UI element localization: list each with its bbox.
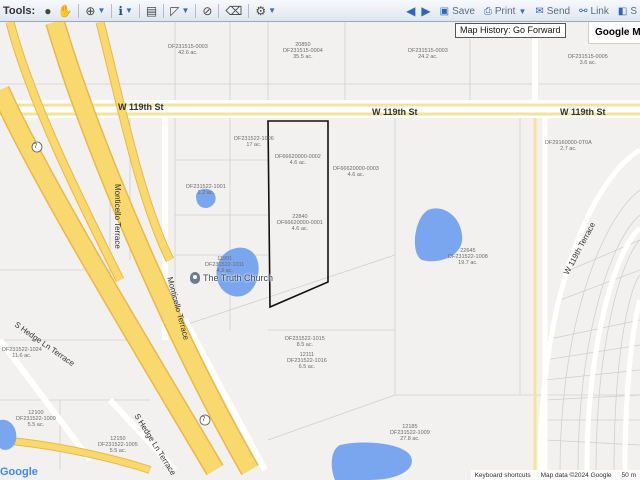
info-tool-icon[interactable]: ℹ ▼ [115,2,135,20]
parcel-label-p9[interactable]: DF231522-1006 17 ac. [234,136,274,148]
parcel-label-p14[interactable]: 12111 DF231522-1016 6.5 ac. [287,352,327,370]
route-shield-7-north: 7 [34,144,38,150]
save-button[interactable]: ▣ Save [434,2,478,20]
mail-icon: ✉ [535,5,544,17]
map-data-attribution: Map data ©2024 Google [540,471,612,479]
measure-tool-icon[interactable]: ⊘ [199,2,215,20]
pan-hand-icon[interactable]: ✋ [54,2,75,20]
road-label-w119-right: W 119th St [560,107,606,117]
history-back-icon[interactable]: ◀ [403,2,418,20]
toolbar-divider [218,3,220,18]
settings-tool-icon[interactable]: ⚙ ▼ [252,2,279,20]
google-maps-link[interactable]: Google Map [588,22,640,44]
parcel-label-p15[interactable]: DF231522-1024 11.6 ac. [2,347,42,359]
link-button[interactable]: ⚯ Link [573,2,612,20]
toolbar-divider [138,3,140,18]
google-logo: Google [0,466,38,478]
route-shield-7-south: 7 [202,417,206,423]
toolbar-divider [195,3,197,18]
toolbar-divider [78,3,80,18]
parcel-label-p10[interactable]: DF29160000-0T0A 2.7 ac. [545,140,592,152]
draw-tool-icon[interactable]: ◸ ▼ [167,2,192,20]
road-label-w119-mid: W 119th St [372,107,418,117]
toolbar-divider [111,3,113,18]
zoom-tool-icon[interactable]: ⊕ ▼ [82,2,108,20]
road-label-monticello-1: Monticello Terrace [113,184,122,249]
parcel-label-p17[interactable]: 12150 DF231522-1005 5.5 ac. [98,436,138,454]
share-icon: ◧ [617,5,628,17]
place-pin-icon [190,272,200,284]
scale-label: 50 m [621,471,636,479]
erase-tool-icon[interactable]: ⌫ [222,2,245,20]
tools-label: Tools: [3,4,36,17]
road-label-w119-left: W 119th St [118,102,164,112]
toolbar-actions: ◀ ▶ ▣ Save ⎙ Print ▼ ✉ Send ⚯ Link ◧ S [403,0,640,22]
map-canvas[interactable]: W 119th St W 119th St W 119th St Montice… [0,22,640,480]
history-forward-icon[interactable]: ▶ [418,2,433,20]
map-toolbar: Tools: ● ✋ ⊕ ▼ ℹ ▼ ▤ ◸ ▼ ⊘ ⌫ ⚙ ▼ ◀ ▶ ▣ Save ⎙… [0,0,640,22]
keyboard-shortcuts-link[interactable]: Keyboard shortcuts [475,472,531,479]
send-button[interactable]: ✉ Send [529,2,573,20]
map-application: Tools: ● ✋ ⊕ ▼ ℹ ▼ ▤ ◸ ▼ ⊘ ⌫ ⚙ ▼ ◀ ▶ ▣ Save ⎙… [0,0,640,480]
print-button[interactable]: ⎙ Print ▼ [478,2,529,20]
layers-tool-icon[interactable]: ▤ [143,2,160,20]
select-tool-icon[interactable]: ● [41,2,54,20]
history-forward-tooltip: Map History: Go Forward [455,23,566,38]
attribution-bar: Keyboard shortcuts Map data ©2024 Google… [470,470,640,480]
toolbar-divider [163,3,165,18]
parcel-label-p3[interactable]: DF231515-0003 24.2 ac. [408,48,448,60]
map-footer: Google Keyboard shortcuts Map data ©2024… [0,466,640,480]
print-icon: ⎙ [483,5,492,17]
parcel-label-p16[interactable]: 12100 DF231522-1009 5.5 ac. [16,410,56,428]
parcel-label-p5[interactable]: DF66620000-0002 4.6 ac. [275,154,321,166]
parcel-label-p8[interactable]: DF231522-1001 2.2 ac. [186,184,226,196]
link-icon: ⚯ [579,5,588,17]
save-icon: ▣ [439,5,450,17]
parcel-label-p6[interactable]: DF66620000-0003 4.6 ac. [333,166,379,178]
map-base-layer [0,22,640,480]
parcel-label-p4[interactable]: DF231515-0005 3.6 ac. [568,54,608,66]
parcel-label-p7[interactable]: 22840 DF66620000-0001 4.6 ac. [277,214,323,232]
parcel-label-p11[interactable]: 22645 DF231522-1008 19.7 ac. [448,248,488,266]
parcel-label-p2[interactable]: 20850 DF231515-0004 35.5 ac. [283,42,323,60]
place-marker-church[interactable]: The Truth Church [190,272,273,284]
parcel-label-p13[interactable]: DF231522-1015 8.5 ac. [285,336,325,348]
parcel-label-p1[interactable]: DF231515-0003 42.6 ac. [168,44,208,56]
share-button[interactable]: ◧ S [612,2,640,20]
toolbar-divider [248,3,250,18]
parcel-label-p18[interactable]: 12185 DF231522-1009 27.8 ac. [390,424,430,442]
